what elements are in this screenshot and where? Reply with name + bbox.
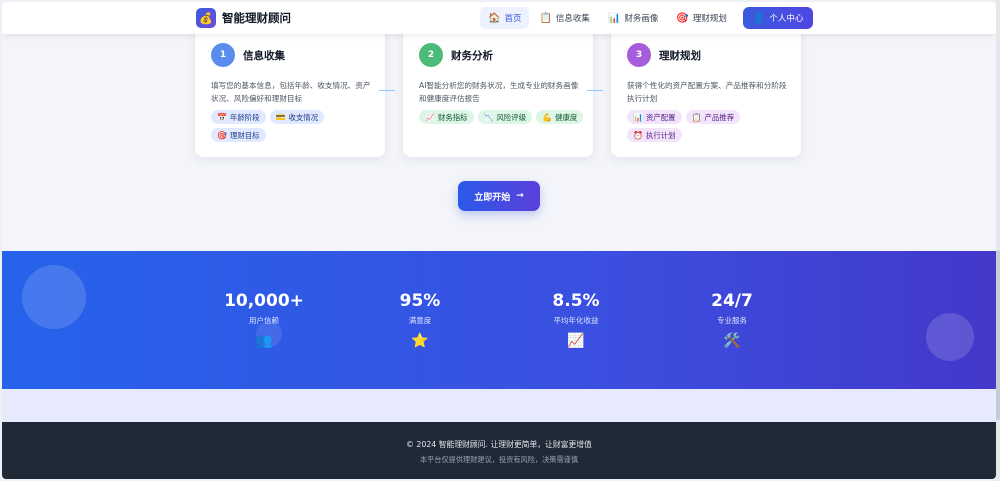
tag-label: 理财目标 [229, 130, 260, 140]
stat-users: 10,000+ 用户信赖 👥 [204, 291, 324, 349]
step-number-badge: 2 [419, 43, 443, 67]
decorative-circle [22, 265, 86, 329]
tag-health-score: 💪 健康度 [536, 110, 584, 124]
user-icon: 👤 [752, 12, 766, 24]
tag-execution-plan: ⏰ 执行计划 [627, 128, 682, 142]
chart-up-icon: 📈 [425, 112, 435, 122]
arrow-right-icon: → [516, 191, 524, 201]
decorative-circle [926, 313, 974, 361]
tag-label: 健康度 [555, 112, 578, 122]
tag-label: 执行计划 [645, 130, 676, 140]
start-now-button[interactable]: 立即开始 → [458, 181, 540, 211]
tag-risk-rating: 📉 风险评级 [477, 110, 533, 124]
step-description: 填写您的基本信息，包括年龄、收支情况、资产状况、风险偏好和理财目标 [211, 81, 371, 103]
scrollbar-thumb[interactable] [996, 250, 1000, 420]
nav-item-label: 财务画像 [624, 14, 659, 24]
step-title: 财务分析 [451, 50, 493, 62]
step-card-3: 3 理财规划 获得个性化的资产配置方案、产品推荐和分阶段执行计划 📊 资产配置 📋… [611, 22, 801, 157]
step-tags: 📊 资产配置 📋 产品推荐 ⏰ 执行计划 [627, 110, 797, 142]
tag-income-expense: 💳 收支情况 [269, 110, 325, 124]
stat-satisfaction: 95% 满意度 ⭐ [360, 291, 480, 349]
stat-label: 专业服务 [717, 316, 747, 325]
tag-label: 风险评级 [496, 112, 527, 122]
nav-item-financial-profile[interactable]: 📊 财务画像 [600, 7, 666, 29]
nav-item-label: 首页 [504, 14, 522, 24]
main-nav: 🏠 首页 📋 信息收集 📊 财务画像 🎯 理财规划 👤 个人中心 [480, 7, 814, 29]
chart-up-icon: 📈 [567, 333, 585, 349]
nav-item-financial-planning[interactable]: 🎯 理财规划 [668, 7, 734, 29]
footer-copyright: © 2024 智能理财顾问. 让理财更简单，让财富更增值 [406, 440, 592, 449]
tag-financial-goal: 🎯 理财目标 [211, 128, 266, 142]
step-card-1: 1 信息收集 填写您的基本信息，包括年龄、收支情况、资产状况、风险偏好和理财目标… [195, 22, 385, 157]
start-now-label: 立即开始 [474, 192, 511, 203]
stat-value: 24/7 [711, 291, 753, 311]
home-icon: 🏠 [488, 12, 501, 24]
tag-label: 年龄阶段 [229, 112, 260, 122]
brand-logo[interactable]: 💰 智能理财顾问 [196, 8, 291, 28]
tag-product-recommendation: 📋 产品推荐 [685, 110, 741, 124]
card-icon: 💳 [275, 112, 286, 122]
step-tags: 📈 财务指标 📉 风险评级 💪 健康度 [419, 110, 589, 124]
tag-label: 收支情况 [288, 112, 319, 122]
stat-value: 10,000+ [224, 291, 304, 311]
tag-label: 资产配置 [645, 112, 676, 122]
stat-annual-return: 8.5% 平均年化收益 📈 [516, 291, 636, 349]
personal-center-button[interactable]: 👤 个人中心 [742, 7, 814, 29]
top-navbar: 💰 智能理财顾问 🏠 首页 📋 信息收集 📊 财务画像 🎯 理财规划 👤 个人中… [2, 2, 996, 34]
alarm-clock-icon: ⏰ [633, 130, 643, 140]
section-divider-band [2, 389, 996, 422]
footer-disclaimer: 本平台仅提供理财建议，投资有风险，决策需谨慎 [419, 455, 579, 464]
nav-item-info-collection[interactable]: 📋 信息收集 [531, 7, 597, 29]
step-title: 信息收集 [243, 50, 285, 62]
step-description: 获得个性化的资产配置方案、产品推荐和分阶段执行计划 [627, 81, 787, 103]
brand-title: 智能理财顾问 [222, 11, 291, 25]
stat-label: 平均年化收益 [553, 316, 599, 325]
tag-asset-allocation: 📊 资产配置 [627, 110, 682, 124]
clipboard-icon: 📋 [539, 12, 552, 24]
step-card-2: 2 财务分析 AI智能分析您的财务状况，生成专业的财务画像和健康度评估报告 📈 财… [403, 22, 593, 157]
star-icon: ⭐ [411, 333, 429, 349]
tag-financial-indicators: 📈 财务指标 [419, 110, 474, 124]
nav-item-label: 信息收集 [555, 14, 590, 24]
personal-center-label: 个人中心 [769, 14, 804, 24]
muscle-icon: 💪 [542, 112, 553, 122]
step-tags: 📅 年龄阶段 💳 收支情况 🎯 理财目标 [211, 110, 381, 142]
step-number-badge: 1 [211, 43, 235, 67]
step-connector [379, 90, 395, 91]
tag-label: 财务指标 [437, 112, 468, 122]
stat-value: 8.5% [552, 291, 600, 311]
calendar-icon: 📅 [217, 112, 227, 122]
stats-banner: 10,000+ 用户信赖 👥 95% 满意度 ⭐ 8.5% 平均年化收益 📈 2… [2, 251, 996, 389]
stat-value: 95% [399, 291, 441, 311]
step-number-badge: 3 [627, 43, 651, 67]
footer: © 2024 智能理财顾问. 让理财更简单，让财富更增值 本平台仅提供理财建议，… [2, 422, 996, 479]
step-connector [587, 90, 603, 91]
nav-item-home[interactable]: 🏠 首页 [480, 7, 530, 29]
tools-icon: 🛠️ [723, 333, 741, 349]
target-icon: 🎯 [217, 130, 227, 140]
bar-chart-icon: 📊 [607, 12, 621, 24]
stat-label: 满意度 [408, 316, 432, 325]
chart-down-icon: 📉 [483, 112, 494, 122]
page-scrollbar[interactable] [996, 0, 1000, 481]
bar-chart-icon: 📊 [633, 112, 643, 122]
target-icon: 🎯 [676, 12, 689, 24]
stat-label: 用户信赖 [249, 316, 279, 325]
page: 💰 智能理财顾问 🏠 首页 📋 信息收集 📊 财务画像 🎯 理财规划 👤 个人中… [2, 2, 996, 479]
tag-age-stage: 📅 年龄阶段 [211, 110, 266, 124]
tag-label: 产品推荐 [704, 112, 735, 122]
users-icon: 👥 [255, 333, 273, 349]
clipboard-icon: 📋 [691, 112, 702, 122]
step-title: 理财规划 [659, 50, 701, 62]
step-description: AI智能分析您的财务状况，生成专业的财务画像和健康度评估报告 [419, 81, 579, 103]
stat-service: 24/7 专业服务 🛠️ [672, 291, 792, 349]
money-bag-icon: 💰 [196, 8, 216, 28]
nav-item-label: 理财规划 [692, 14, 727, 24]
